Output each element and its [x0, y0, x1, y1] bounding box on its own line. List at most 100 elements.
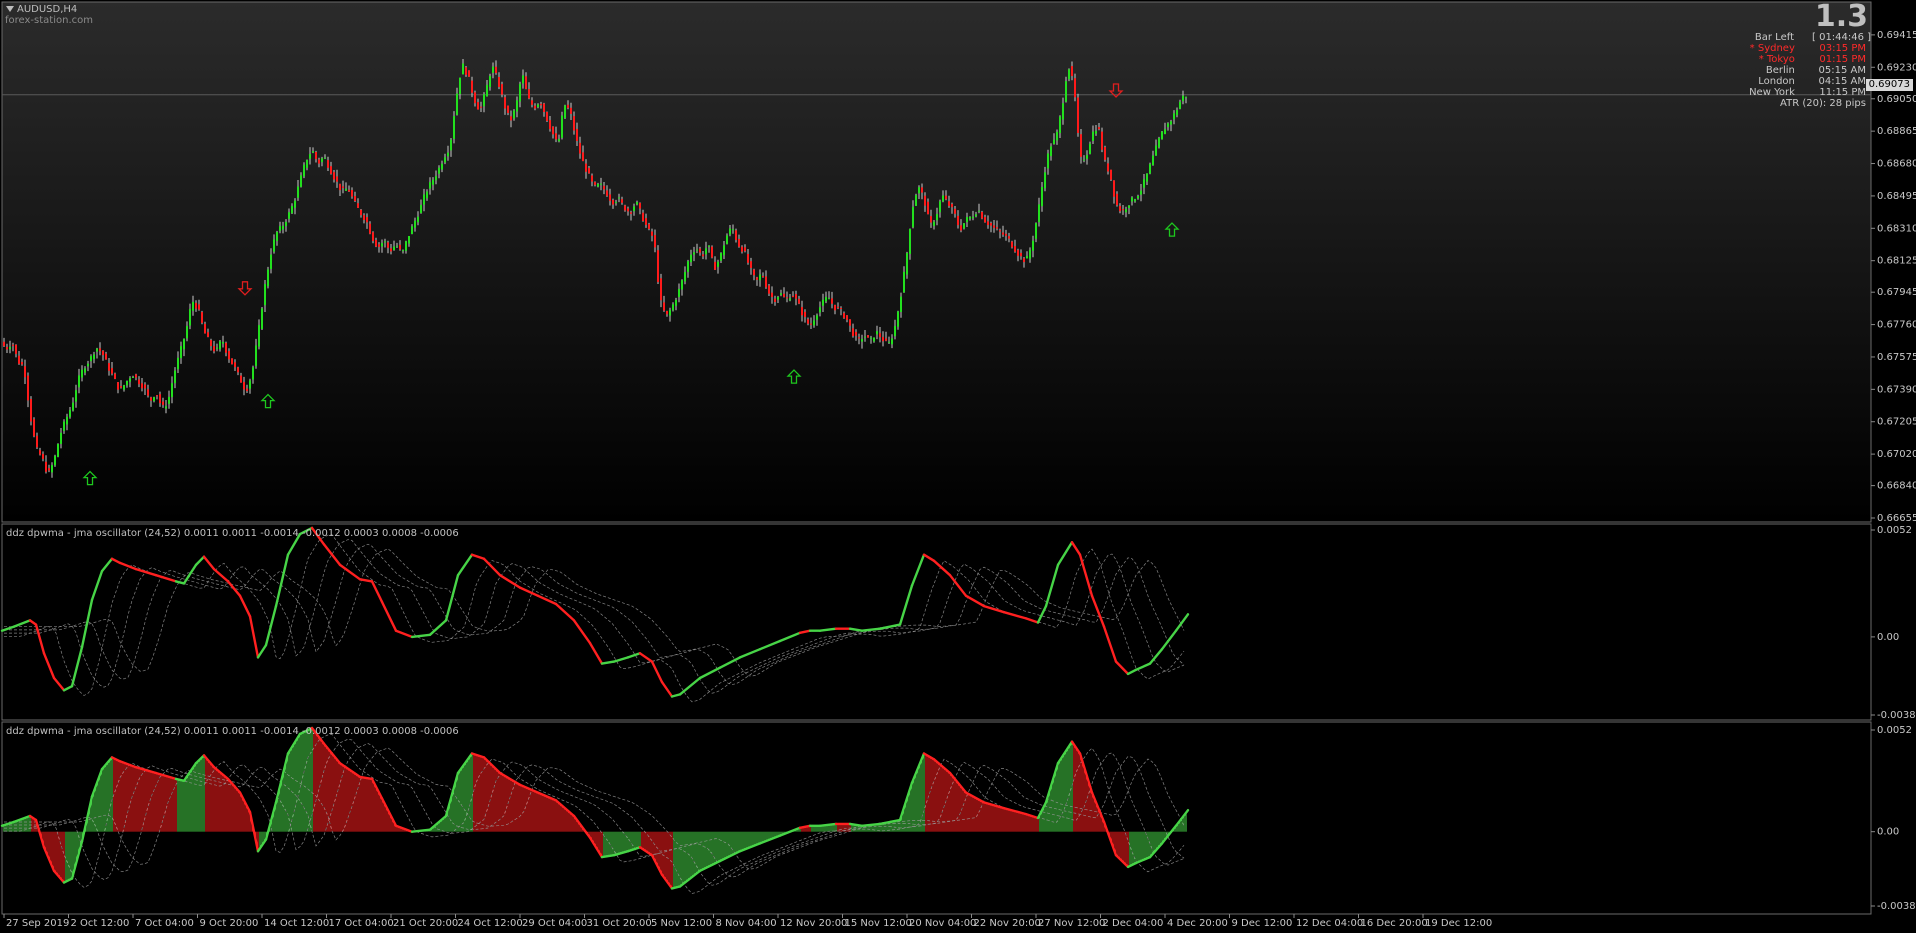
bear-candle: [528, 89, 530, 99]
bull-candle: [180, 346, 182, 359]
session-name: * Tokyo: [1758, 54, 1795, 65]
bear-candle: [1074, 78, 1076, 98]
bull-candle: [489, 75, 491, 87]
bull-candle: [60, 432, 62, 444]
bull-candle: [324, 157, 326, 159]
bull-candle: [9, 347, 11, 350]
session-row: * Tokyo 01:15 PM: [1726, 54, 1866, 65]
bull-candle: [66, 416, 68, 425]
osc1-axis-label: 0.0052: [1877, 525, 1912, 536]
bear-candle: [1119, 206, 1121, 212]
bear-candle: [117, 382, 119, 390]
bear-candle: [999, 230, 1001, 232]
bear-candle: [39, 450, 41, 455]
bear-candle: [540, 103, 542, 106]
session-clock-panel: Bar Left [ 01:44:46 ] * Sydney 03:15 PM …: [1726, 32, 1872, 98]
bull-candle: [618, 197, 620, 199]
bear-candle: [498, 77, 500, 87]
bull-candle: [513, 110, 515, 119]
bear-candle: [360, 209, 362, 216]
bull-candle: [789, 298, 791, 301]
bull-candle: [408, 236, 410, 244]
price-axis-label: 0.66655: [1877, 513, 1916, 524]
bear-candle: [714, 261, 716, 270]
time-axis-label: 31 Oct 20:00: [587, 918, 652, 929]
bear-candle: [15, 344, 17, 354]
bull-candle: [537, 104, 539, 108]
bull-candle: [813, 320, 815, 326]
bear-candle: [99, 348, 101, 352]
bar-left-value: [ 01:44:46 ]: [1812, 32, 1872, 43]
bull-candle: [963, 223, 965, 229]
bull-candle: [675, 299, 677, 306]
bear-candle: [162, 401, 164, 405]
bear-candle: [804, 311, 806, 317]
bear-candle: [351, 190, 353, 197]
bear-candle: [1080, 134, 1082, 157]
bear-candle: [753, 269, 755, 276]
bear-candle: [585, 163, 587, 172]
bull-candle: [912, 206, 914, 228]
bull-candle: [384, 241, 386, 243]
bull-candle: [822, 299, 824, 306]
bull-candle: [864, 336, 866, 338]
bull-candle: [777, 296, 779, 300]
bear-candle: [993, 225, 995, 228]
bear-candle: [582, 152, 584, 162]
bear-candle: [579, 142, 581, 154]
bear-candle: [792, 296, 794, 298]
symbol-label[interactable]: AUDUSD,H4: [6, 4, 77, 15]
bull-candle: [321, 158, 323, 163]
bear-candle: [108, 363, 110, 371]
price-axis-label: 0.67020: [1877, 449, 1916, 460]
bull-candle: [969, 216, 971, 219]
bull-candle: [1035, 223, 1037, 239]
bear-candle: [591, 175, 593, 182]
bear-candle: [105, 353, 107, 360]
bull-candle: [447, 152, 449, 157]
bull-candle: [1026, 256, 1028, 259]
bull-candle: [936, 214, 938, 221]
bear-candle: [504, 97, 506, 109]
bear-candle: [762, 276, 764, 277]
bull-candle: [402, 250, 404, 252]
bear-candle: [654, 235, 656, 248]
bear-candle: [774, 298, 776, 302]
bull-candle: [462, 63, 464, 75]
bull-candle: [780, 293, 782, 295]
bull-candle: [633, 206, 635, 212]
bear-candle: [807, 319, 809, 324]
osc1-bg: [1, 523, 1872, 721]
bear-candle: [1008, 236, 1010, 239]
bull-candle: [252, 367, 254, 380]
bear-candle: [612, 200, 614, 205]
osc2-axis-label: -0.0038: [1877, 901, 1916, 912]
bear-candle: [378, 244, 380, 247]
bull-candle: [267, 269, 269, 287]
bear-candle: [6, 346, 8, 350]
bear-candle: [948, 201, 950, 206]
price-axis-label: 0.67575: [1877, 352, 1916, 363]
bull-candle: [972, 216, 974, 219]
oscillator-panel-2[interactable]: [0, 721, 1872, 915]
bear-candle: [945, 195, 947, 200]
bear-candle: [570, 107, 572, 114]
bull-candle: [492, 66, 494, 73]
bull-candle: [132, 377, 134, 378]
oscillator-panel-1[interactable]: [0, 523, 1872, 721]
price-axis-label: 0.68680: [1877, 159, 1916, 170]
bear-candle: [747, 254, 749, 263]
price-panel-bg: [1, 1, 1872, 523]
bull-candle: [933, 221, 935, 226]
chart-canvas[interactable]: 0.69415 0.69230 0.69050 0.68865 0.68680 0.684…: [0, 0, 1916, 933]
bear-candle: [846, 315, 848, 320]
bull-candle: [297, 186, 299, 198]
bull-candle: [420, 204, 422, 214]
bear-candle: [630, 212, 632, 214]
price-panel[interactable]: [1, 1, 1872, 523]
bull-candle: [900, 296, 902, 312]
chevron-down-icon[interactable]: [6, 6, 14, 12]
bear-candle: [141, 383, 143, 389]
bear-candle: [525, 76, 527, 89]
osc2-axis-label: 0.00: [1877, 827, 1899, 838]
